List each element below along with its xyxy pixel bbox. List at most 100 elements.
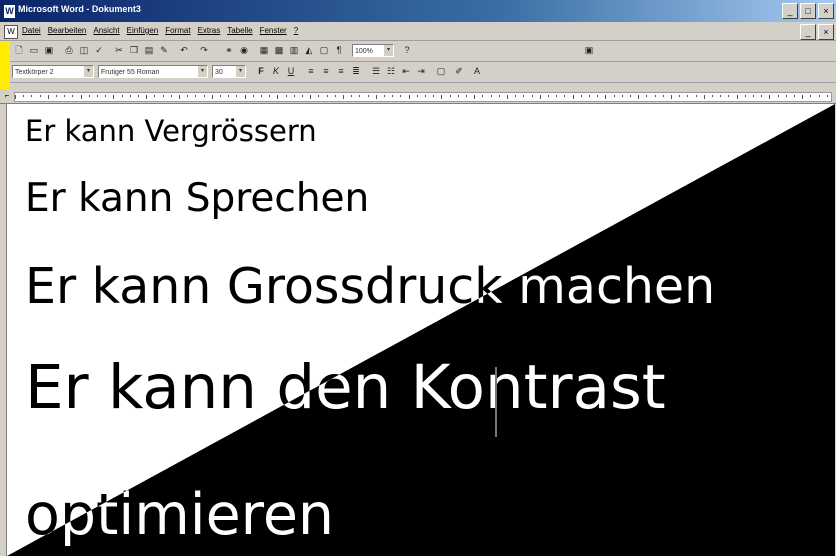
doc-close-button[interactable]: × [818,24,834,40]
menu-tabelle[interactable]: Tabelle [227,26,252,35]
justify-icon[interactable]: ≣ [349,65,363,78]
redo-icon[interactable]: ↷ [197,44,211,57]
numbering-icon[interactable]: ☰ [369,65,383,78]
document-line-5[interactable]: optimieren [25,482,334,548]
open-folder-icon[interactable]: ▭ [27,44,41,57]
maximize-button[interactable]: □ [800,3,816,19]
copy-icon[interactable]: ❐ [127,44,141,57]
cut-icon[interactable]: ✂ [112,44,126,57]
ruler-tick [498,95,500,97]
ruler-tick [794,95,795,97]
ruler-tick [277,95,279,99]
columns-icon[interactable]: ▥ [287,44,301,57]
zoom-select[interactable]: 100% ▾ [352,44,394,57]
save-icon[interactable]: ▣ [42,44,56,57]
ruler-tick [523,95,525,97]
ruler-tick [15,95,16,99]
ruler-tick [97,95,98,97]
ruler-tick [334,95,336,97]
doc-minimize-button[interactable]: _ [800,24,816,40]
web-toolbar-icon[interactable]: ◉ [237,44,251,57]
format-painter-icon[interactable]: ✎ [157,44,171,57]
ruler-tick [105,95,107,97]
bold-button[interactable]: F [254,65,268,78]
new-document-icon[interactable]: 🗋 [12,44,26,57]
spellcheck-icon[interactable]: ✓ [92,44,106,57]
help-icon[interactable]: ? [400,44,414,57]
font-size-select[interactable]: 30 ▾ [212,65,246,78]
decrease-indent-icon[interactable]: ⇤ [399,65,413,78]
highlight-icon[interactable]: ✐ [452,65,466,78]
bullets-icon[interactable]: ☷ [384,65,398,78]
undo-icon[interactable]: ↶ [177,44,191,57]
menu-einfuegen[interactable]: Einfügen [127,26,159,35]
paste-icon[interactable]: ▤ [142,44,156,57]
ruler-tick [80,95,82,99]
document-line-4[interactable]: Er kann den Kontrast [25,352,666,423]
ruler-tick [441,95,443,99]
toolbar-options-icon[interactable]: ▣ [582,44,596,57]
ruler-tick [359,95,361,97]
ruler-tick [203,95,205,97]
ruler-tick [556,95,558,97]
ruler[interactable]: ⌐ [0,89,836,104]
ruler-tick [466,95,467,97]
ruler-tick [31,95,33,97]
document-map-icon[interactable]: ▢ [317,44,331,57]
menu-extras[interactable]: Extras [198,26,221,35]
chevron-down-icon: ▾ [384,45,393,56]
italic-button[interactable]: K [269,65,283,78]
close-button[interactable]: × [818,3,834,19]
menu-bearbeiten[interactable]: Bearbeiten [48,26,87,35]
ruler-tick [482,95,484,97]
ruler-tick [720,95,722,97]
ruler-tick [261,95,262,97]
menu-datei[interactable]: Datei [22,26,41,35]
minimize-button[interactable]: _ [782,3,798,19]
ruler-tick [728,95,730,97]
font-color-icon[interactable]: A [470,65,484,78]
menu-ansicht[interactable]: Ansicht [93,26,119,35]
highlight-strip [0,41,10,91]
excel-table-icon[interactable]: ▩ [272,44,286,57]
print-preview-icon[interactable]: ◫ [77,44,91,57]
increase-indent-icon[interactable]: ⇥ [414,65,428,78]
ruler-tick [810,95,812,97]
font-select[interactable]: Frutiger 55 Roman ▾ [98,65,208,78]
document-line-2[interactable]: Er kann Sprechen [25,176,369,221]
align-center-icon[interactable]: ≡ [319,65,333,78]
ruler-tick [539,95,541,99]
format-toolbar: Textkörper 2 ▾ Frutiger 55 Roman ▾ 30 ▾ F K… [0,62,836,83]
table-icon[interactable]: ▦ [257,44,271,57]
document-line-1[interactable]: Er kann Vergrössern [25,114,317,148]
ruler-scale [14,92,832,102]
align-left-icon[interactable]: ≡ [304,65,318,78]
ruler-tick [310,95,312,99]
style-select[interactable]: Textkörper 2 ▾ [12,65,94,78]
word-icon[interactable]: W [3,4,16,19]
document-line-3[interactable]: Er kann Grossdruck machen [25,258,715,315]
underline-button[interactable]: U [284,65,298,78]
ruler-tick [187,95,189,97]
align-right-icon[interactable]: ≡ [334,65,348,78]
border-icon[interactable]: ▢ [434,65,448,78]
ruler-tick [548,95,549,97]
document-page[interactable]: Er kann Vergrössern Er kann Sprechen Er … [6,104,835,556]
document-icon[interactable]: W [4,25,18,39]
ruler-tick [146,95,148,99]
ruler-tick [449,95,451,97]
menu-fenster[interactable]: Fenster [260,26,287,35]
show-formatting-icon[interactable]: ¶ [332,44,346,57]
ruler-tick [129,95,131,97]
tab-stop-selector-icon[interactable]: ⌐ [2,91,12,101]
ruler-tick [531,95,533,97]
menu-help[interactable]: ? [294,26,298,35]
menu-format[interactable]: Format [165,26,190,35]
hyperlink-icon[interactable]: ⚭ [222,44,236,57]
drawing-icon[interactable]: ◭ [302,44,316,57]
ruler-tick [671,95,672,99]
ruler-tick [425,95,426,97]
print-icon[interactable]: ⎙ [62,44,76,57]
chevron-down-icon: ▾ [198,66,207,77]
ruler-tick [211,95,213,99]
